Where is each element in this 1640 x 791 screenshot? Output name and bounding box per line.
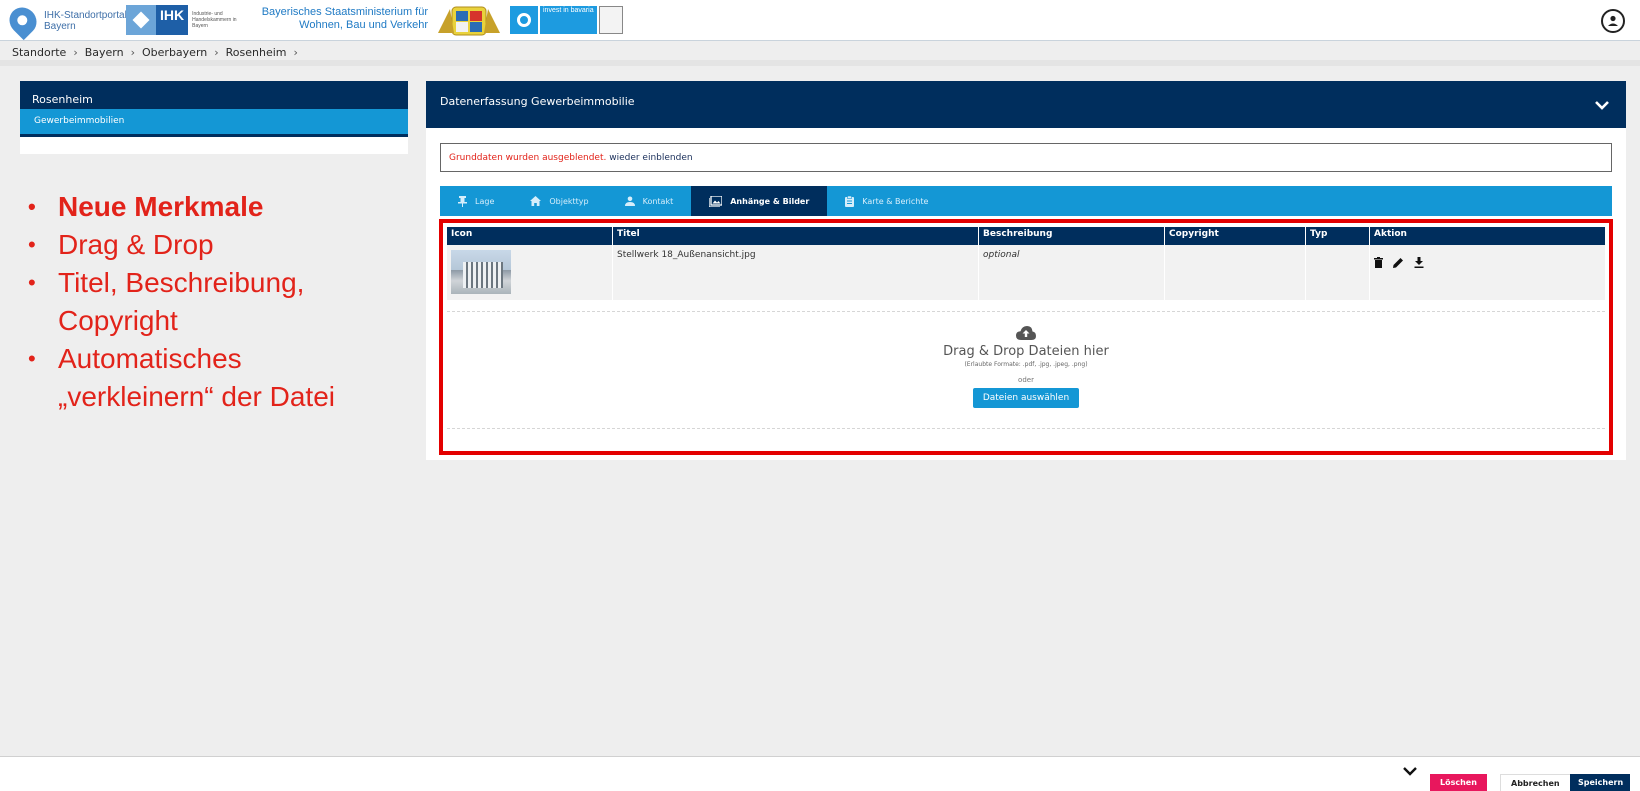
pencil-icon[interactable] [1393, 257, 1404, 268]
breadcrumb-standorte[interactable]: Standorte [12, 46, 66, 59]
sidebar: Rosenheim Gewerbeimmobilien [20, 81, 408, 154]
col-header-icon: Icon [447, 227, 613, 245]
note-item: Automatisches „verkleinern“ der Datei [28, 340, 388, 416]
breadcrumb-oberbayern[interactable]: Oberbayern [142, 46, 207, 59]
download-icon[interactable] [1414, 257, 1424, 268]
tab-bar: Lage Objekttyp Kontakt Anhänge & Bilder [440, 186, 1612, 216]
footer-bar: Löschen Abbrechen Speichern [0, 756, 1640, 791]
cell-typ [1306, 245, 1370, 300]
trash-icon[interactable] [1374, 257, 1383, 268]
cell-titel[interactable]: Stellwerk 18_Außenansicht.jpg [613, 245, 979, 300]
cancel-button[interactable]: Abbrechen [1500, 774, 1571, 791]
attachments-table-header: Icon Titel Beschreibung Copyright Typ Ak… [447, 227, 1605, 245]
bavarian-crest-icon [438, 6, 500, 36]
table-row: Stellwerk 18_Außenansicht.jpg optional [447, 245, 1605, 300]
tab-label: Objekttyp [549, 196, 589, 206]
top-header: IHK-Standortportal Bayern IHK Industrie-… [0, 0, 1640, 41]
feature-notes: Neue Merkmale Drag & Drop Titel, Beschre… [28, 188, 388, 416]
chevron-right-icon: › [293, 45, 298, 59]
breadcrumb-bayern[interactable]: Bayern [85, 46, 124, 59]
note-item: Neue Merkmale [28, 188, 388, 226]
note-item: Drag & Drop [28, 226, 388, 264]
tab-lage[interactable]: Lage [440, 186, 512, 216]
col-header-aktion: Aktion [1374, 229, 1407, 239]
breadcrumb: Standorte › Bayern › Oberbayern › Rosenh… [12, 44, 305, 60]
award-badge-icon [598, 6, 623, 34]
tab-anhaenge-bilder[interactable]: Anhänge & Bilder [691, 186, 828, 216]
show-grunddaten-link[interactable]: wieder einblenden [609, 153, 692, 163]
ministry-line-1: Bayerisches Staatsministerium für [261, 6, 428, 18]
person-icon [624, 196, 635, 206]
ihk-logo-text: IHK [160, 7, 185, 23]
chevron-down-icon[interactable] [1402, 763, 1418, 779]
dropzone-title: Drag & Drop Dateien hier [943, 344, 1109, 359]
note-item: Titel, Beschreibung, Copyright [28, 264, 388, 340]
sidebar-title[interactable]: Rosenheim [20, 81, 408, 109]
map-pin-icon [3, 1, 43, 41]
ministry-logo[interactable]: Bayerisches Staatsministerium für Wohnen… [256, 6, 428, 32]
subheader-strip [0, 60, 1640, 66]
col-header-typ: Typ [1306, 227, 1370, 245]
save-button[interactable]: Speichern [1570, 774, 1630, 791]
portal-region: Bayern [44, 21, 76, 32]
cloud-upload-icon [1016, 326, 1036, 340]
account-circle-icon[interactable] [1601, 9, 1625, 33]
tab-karte-berichte[interactable]: Karte & Berichte [827, 186, 946, 216]
ihk-diamond-icon [126, 5, 156, 35]
clipboard-icon [845, 195, 855, 207]
cell-copyright[interactable] [1165, 245, 1306, 300]
ihk-bayern-logo[interactable]: IHK Industrie- und Handelskammern in Bay… [126, 5, 244, 35]
invest-in-bavaria-logo[interactable]: invest in bavaria [510, 6, 623, 34]
main-panel: Datenerfassung Gewerbeimmobilie Grunddat… [426, 81, 1626, 460]
images-icon [709, 195, 723, 207]
panel-title: Datenerfassung Gewerbeimmobilie [440, 95, 635, 108]
tab-label: Lage [475, 196, 495, 206]
dropzone-formats: (Erlaubte Formate: .pdf, .jpg, .jpeg, .p… [964, 361, 1088, 368]
col-header-beschreibung: Beschreibung [979, 227, 1165, 245]
tab-label: Kontakt [642, 196, 674, 206]
breadcrumb-rosenheim[interactable]: Rosenheim [226, 46, 287, 59]
tab-label: Karte & Berichte [862, 196, 929, 206]
chevron-down-icon[interactable] [1592, 95, 1612, 115]
dropzone-or: oder [1018, 376, 1034, 384]
image-thumbnail[interactable] [451, 250, 511, 294]
invest-q-icon [510, 6, 538, 34]
panel-header: Datenerfassung Gewerbeimmobilie [426, 81, 1626, 128]
col-header-titel: Titel [613, 227, 979, 245]
home-icon [530, 196, 542, 206]
pin-icon [458, 195, 467, 207]
ihk-subtitle: Industrie- und Handelskammern in Bayern [192, 11, 237, 29]
choose-files-button[interactable]: Dateien auswählen [972, 388, 1080, 408]
chevron-right-icon: › [130, 45, 136, 59]
file-dropzone[interactable]: Drag & Drop Dateien hier (Erlaubte Forma… [447, 311, 1605, 429]
person-icon [1608, 15, 1618, 26]
delete-button[interactable]: Löschen [1430, 774, 1487, 791]
chevron-right-icon: › [214, 45, 219, 59]
ihk-standortportal-logo[interactable]: IHK-Standortportal Bayern [3, 1, 127, 41]
col-header-copyright: Copyright [1165, 227, 1306, 245]
info-message: Grunddaten wurden ausgeblendet. [449, 153, 607, 163]
cell-icon [447, 245, 613, 300]
tab-label: Anhänge & Bilder [730, 196, 810, 206]
cell-aktion [1370, 245, 1605, 300]
grunddaten-info-box: Grunddaten wurden ausgeblendet. wieder e… [440, 143, 1612, 172]
ministry-line-2: Wohnen, Bau und Verkehr [299, 19, 428, 31]
highlight-frame: Icon Titel Beschreibung Copyright Typ Ak… [439, 219, 1613, 455]
cell-beschreibung[interactable]: optional [979, 245, 1165, 300]
portal-name: IHK-Standortportal [44, 10, 127, 21]
tab-objekttyp[interactable]: Objekttyp [512, 186, 606, 216]
tab-kontakt[interactable]: Kontakt [607, 186, 692, 216]
invest-logo-text: invest in bavaria [540, 6, 597, 34]
chevron-right-icon: › [73, 45, 78, 59]
sidebar-item-gewerbeimmobilien[interactable]: Gewerbeimmobilien [20, 109, 408, 137]
